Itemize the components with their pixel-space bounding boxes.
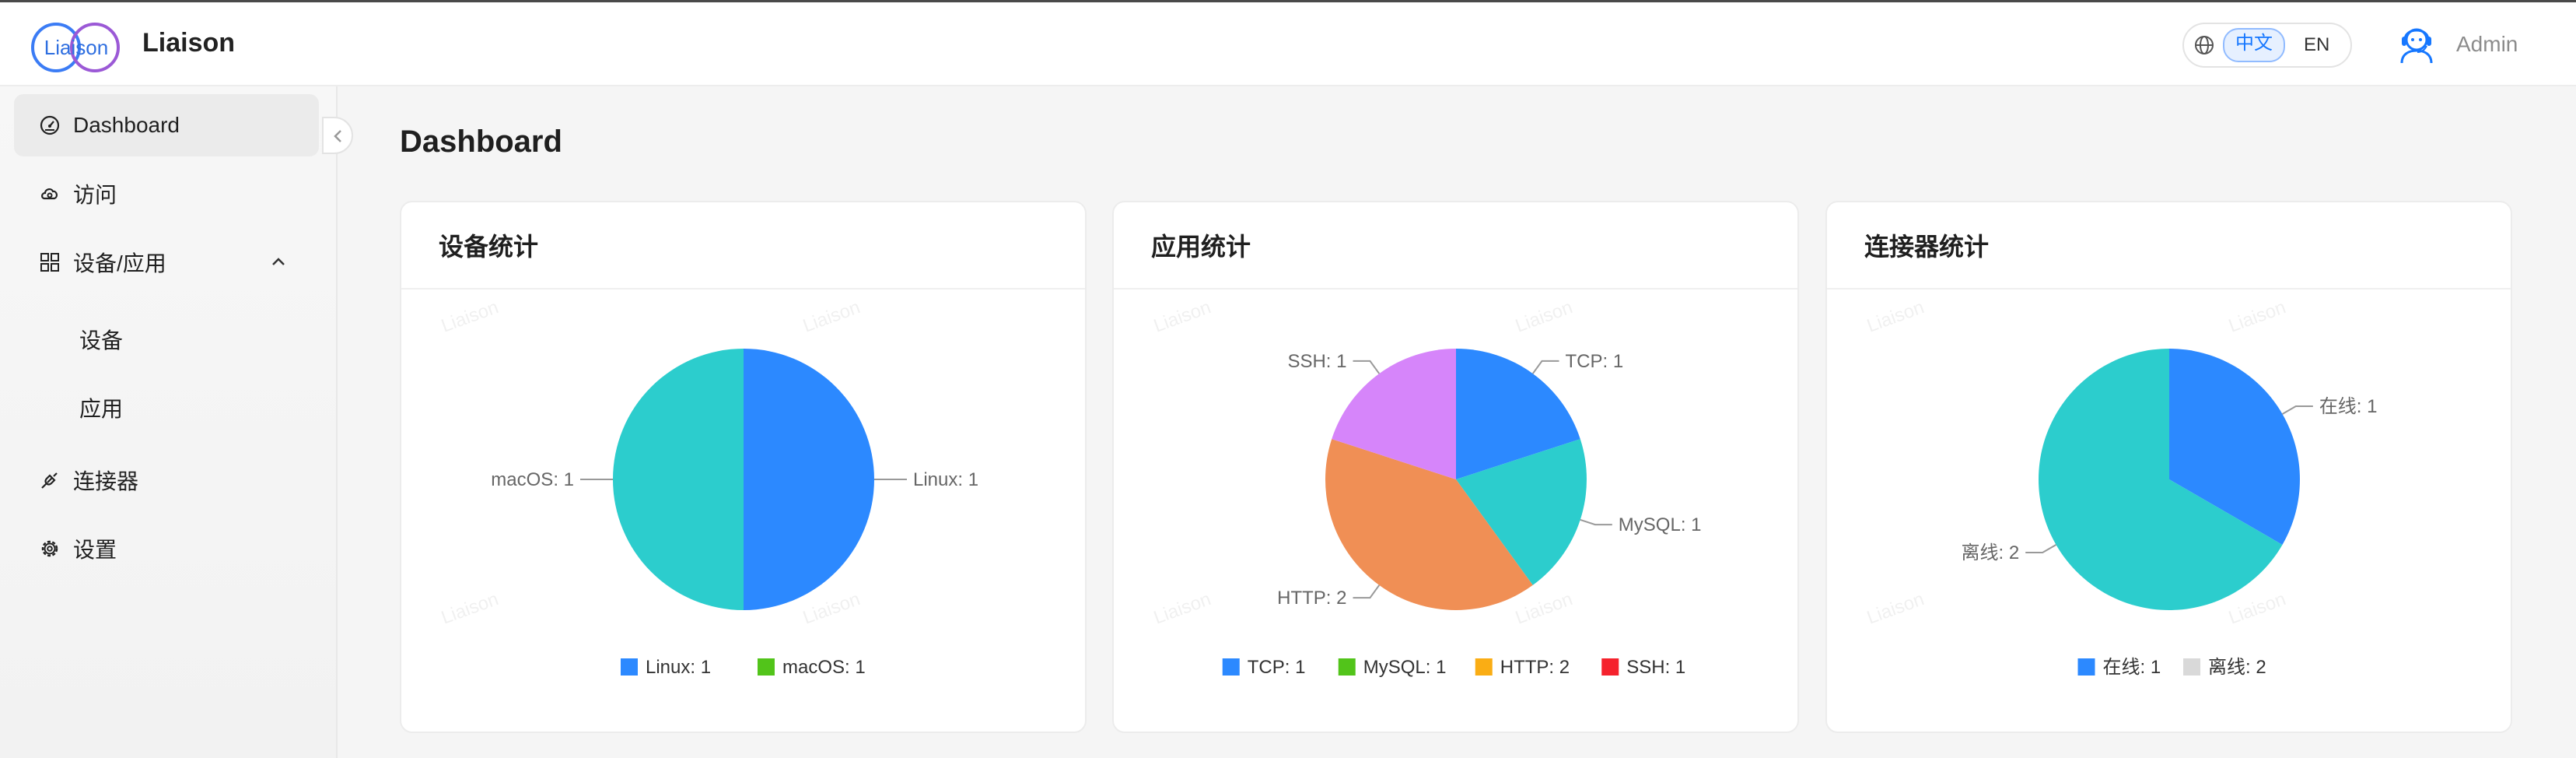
pie-slice-macOS[interactable] — [613, 349, 744, 610]
language-option-en[interactable]: EN — [2293, 30, 2340, 61]
cloud-access-icon — [41, 188, 58, 200]
sidebar-item-label: 连接器 — [73, 469, 139, 493]
slice-label: Linux: 1 — [913, 469, 978, 490]
legend-item[interactable]: MySQL: 1 — [1363, 657, 1447, 678]
card-title: 连接器统计 — [1827, 202, 2511, 290]
sidebar-item-devices-apps[interactable]: 设备/应用 — [14, 231, 319, 293]
user-menu[interactable]: Admin — [2396, 23, 2518, 66]
watermark-text: Liaison — [1151, 297, 1214, 336]
slice-label: 离线: 2 — [1961, 542, 2019, 563]
sidebar-item-settings[interactable]: 设置 — [14, 518, 319, 580]
slice-label-line — [1531, 360, 1559, 374]
watermark-text: Liaison — [1513, 588, 1576, 628]
legend-swatch[interactable] — [1338, 658, 1356, 676]
watermark-text: Liaison — [800, 588, 863, 628]
sidebar-item-label: 访问 — [73, 183, 117, 207]
sidebar-item-dashboard[interactable]: Dashboard — [14, 94, 319, 156]
device-stats-card: 设备统计 Liaison Liaison Liaison Liaison Linux: … — [400, 201, 1087, 733]
legend-swatch[interactable] — [1222, 658, 1240, 676]
sidebar-item-label: 设备/应用 — [73, 251, 166, 275]
sidebar-item-connectors[interactable]: 连接器 — [14, 449, 319, 511]
legend-swatch[interactable] — [2183, 658, 2200, 676]
watermark-text: Liaison — [2226, 297, 2289, 336]
connector-stats-card: 连接器统计 Liaison Liaison Liaison Liaison 在线: 1 离… — [1825, 201, 2512, 733]
sidebar: Dashboard 访问 设备/应用 设备 应用 连接器 设置 — [0, 86, 338, 758]
dashboard-icon — [40, 115, 60, 135]
grid-icon — [40, 253, 59, 272]
sidebar-subitem-apps[interactable]: 应用 — [79, 392, 123, 423]
watermark-text: Liaison — [1864, 297, 1927, 336]
watermark-text: Liaison — [1151, 588, 1214, 628]
legend-swatch[interactable] — [1475, 658, 1493, 676]
watermark-text: Liaison — [439, 297, 502, 336]
app-title: Liaison — [142, 28, 236, 58]
sidebar-item-access[interactable]: 访问 — [14, 163, 319, 225]
slice-label: SSH: 1 — [1287, 351, 1346, 372]
chevron-up-icon[interactable] — [269, 253, 288, 272]
top-header: Liaison Liaison 中文 EN Admin — [0, 2, 2576, 86]
user-avatar-icon — [2400, 28, 2433, 64]
legend-item[interactable]: TCP: 1 — [1248, 657, 1306, 678]
svg-text:Liaison: Liaison — [44, 36, 108, 59]
slice-label-line — [1580, 518, 1612, 526]
sidebar-collapse-button[interactable] — [322, 117, 353, 154]
pie-slice-Linux[interactable] — [744, 349, 874, 610]
watermark-text: Liaison — [2226, 588, 2289, 628]
legend-swatch[interactable] — [758, 658, 775, 676]
slice-label: macOS: 1 — [491, 469, 574, 490]
app-stats-card: 应用统计 Liaison Liaison Liaison Liaison TCP: 1 M… — [1112, 201, 1799, 733]
slice-label: HTTP: 2 — [1277, 588, 1346, 609]
slice-label-line — [1353, 584, 1381, 599]
watermark-text: Liaison — [1513, 297, 1576, 336]
slice-label-line — [1353, 360, 1381, 374]
legend-swatch[interactable] — [1601, 658, 1619, 676]
card-title: 设备统计 — [401, 202, 1085, 290]
slice-label-line — [2281, 405, 2313, 415]
watermark-text: Liaison — [1864, 588, 1927, 628]
legend-item[interactable]: 在线: 1 — [2103, 657, 2161, 678]
globe-icon — [2195, 36, 2214, 54]
slice-label: TCP: 1 — [1566, 351, 1624, 372]
legend-swatch[interactable] — [621, 658, 638, 676]
legend-swatch[interactable] — [2077, 658, 2095, 676]
chevron-left-icon — [334, 130, 341, 142]
connector-stats-pie-chart: Liaison Liaison Liaison Liaison 在线: 1 离线: 2 在线… — [1864, 297, 2378, 678]
legend-item[interactable]: HTTP: 2 — [1500, 657, 1570, 678]
card-title: 应用统计 — [1114, 202, 1797, 290]
plug-icon — [41, 472, 58, 489]
slice-label-line — [2025, 544, 2057, 553]
language-option-zh[interactable]: 中文 — [2223, 28, 2285, 62]
gear-icon — [41, 540, 58, 557]
language-switch: 中文 EN — [2182, 23, 2352, 68]
slice-label: MySQL: 1 — [1619, 514, 1702, 535]
app-stats-pie-chart: Liaison Liaison Liaison Liaison TCP: 1 MySQL:… — [1151, 297, 1702, 678]
sidebar-item-label: Dashboard — [73, 113, 180, 137]
watermark-text: Liaison — [439, 588, 502, 628]
user-name: Admin — [2456, 32, 2518, 56]
page-title: Dashboard — [400, 125, 562, 159]
legend-item[interactable]: macOS: 1 — [782, 657, 866, 678]
device-stats-pie-chart: Liaison Liaison Liaison Liaison Linux: 1 macO… — [439, 297, 978, 678]
legend-item[interactable]: 离线: 2 — [2208, 657, 2266, 678]
legend-item[interactable]: SSH: 1 — [1626, 657, 1685, 678]
sidebar-item-label: 设置 — [73, 538, 117, 562]
watermark-text: Liaison — [800, 297, 863, 336]
legend-item[interactable]: Linux: 1 — [646, 657, 711, 678]
liaison-logo[interactable]: Liaison — [30, 21, 123, 74]
sidebar-subitem-devices[interactable]: 设备 — [79, 324, 123, 355]
slice-label: 在线: 1 — [2319, 396, 2378, 417]
